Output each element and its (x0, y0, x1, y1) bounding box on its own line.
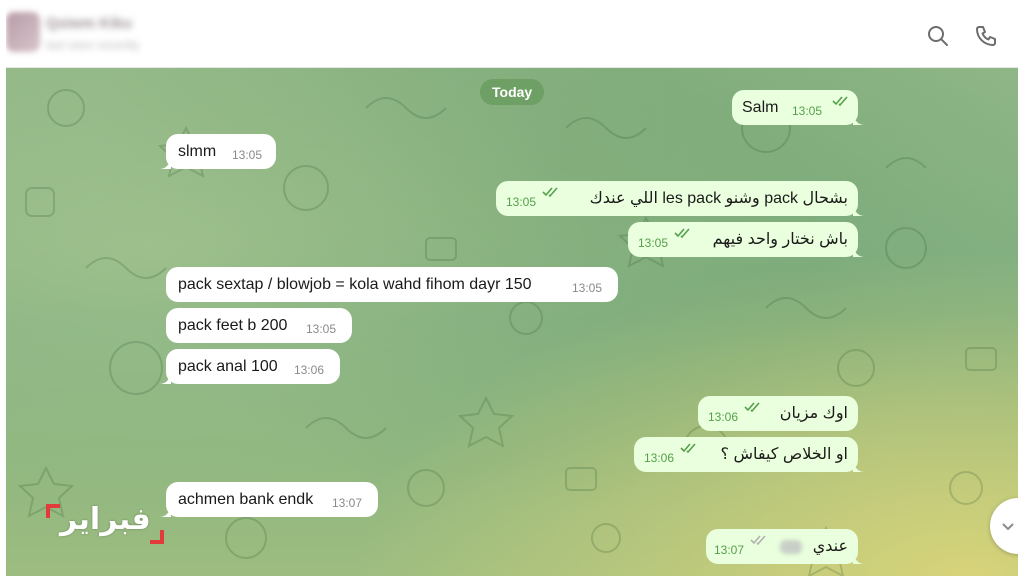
message-time: 13:06 (294, 363, 325, 377)
message-time: 13:07 (714, 543, 745, 557)
message-bubble-outgoing[interactable]: Salm 13:05 (732, 90, 865, 125)
message-text: pack feet b 200 (178, 317, 288, 334)
message-time: 13:05 (638, 236, 669, 250)
date-separator: Today (480, 79, 545, 105)
message-text: pack anal 100 (178, 358, 278, 375)
phone-icon[interactable] (974, 24, 998, 48)
redacted-text (780, 540, 802, 554)
message-time: 13:06 (644, 451, 675, 465)
message-bubble-incoming[interactable]: slmm 13:05 (159, 134, 276, 169)
bubble-tail (853, 460, 865, 472)
message-text: slmm (178, 143, 217, 160)
double-check-icon (832, 96, 848, 107)
message-bubble-incoming[interactable]: pack anal 100 13:06 (159, 349, 340, 384)
message-bubble-outgoing[interactable]: 13:05 باش نختار واحد فيهم (628, 222, 865, 257)
double-check-icon (674, 228, 690, 239)
double-check-icon (680, 443, 696, 454)
message-time: 13:05 (572, 281, 603, 295)
contact-name[interactable]: Qsiwm Kiku (46, 15, 132, 32)
chevron-down-icon (1002, 523, 1014, 531)
message-text: pack sextap / blowjob = kola wahd fihom … (178, 276, 532, 293)
message-time: 13:05 (506, 195, 537, 209)
message-text: اوك مزيان (779, 405, 848, 422)
double-check-icon (750, 535, 766, 546)
message-time: 13:06 (708, 410, 739, 424)
contact-avatar[interactable] (6, 12, 40, 52)
logo-text: فبراير (60, 503, 151, 536)
message-text: عندي (812, 538, 848, 555)
message-text: او الخلاص كيفاش ؟ (720, 446, 848, 463)
logo-bracket (150, 530, 164, 544)
message-time: 13:05 (232, 148, 263, 162)
contact-status: last seen recently (46, 38, 140, 52)
telegram-chat-window: Qsiwm Kiku last seen recently Today Salm… (6, 0, 1018, 576)
message-bubble-incoming[interactable]: pack feet b 200 13:05 (166, 308, 352, 343)
message-text: بشحال pack وشنو les pack اللي عندك (589, 190, 848, 207)
message-bubble-incoming[interactable]: pack sextap / blowjob = kola wahd fihom … (166, 267, 618, 302)
bubble-tail (853, 204, 865, 216)
double-check-icon (542, 187, 558, 198)
message-bubble-outgoing[interactable]: 13:06 اوك مزيان (698, 396, 858, 431)
message-list[interactable]: Today Salm 13:05 slmm 13:05 13:05 بشحال … (6, 68, 1018, 576)
message-time: 13:05 (792, 104, 823, 118)
search-icon[interactable] (926, 24, 950, 48)
message-bubble-outgoing[interactable]: 13:05 بشحال pack وشنو les pack اللي عندك (496, 181, 865, 216)
bubble-tail (853, 113, 865, 125)
bubble-tail (159, 372, 171, 384)
bubble-tail (853, 245, 865, 257)
bubble-tail (159, 157, 171, 169)
message-bubble-outgoing[interactable]: 13:07 عندي (706, 529, 865, 564)
message-time: 13:07 (332, 496, 363, 510)
message-bubble-outgoing[interactable]: 13:06 او الخلاص كيفاش ؟ (634, 437, 865, 472)
message-text: achmen bank endk (178, 491, 314, 508)
watermark-logo: فبراير (46, 500, 164, 546)
chat-header: Qsiwm Kiku last seen recently (6, 0, 1018, 68)
double-check-icon (744, 402, 760, 413)
message-bubble-incoming[interactable]: achmen bank endk 13:07 (159, 482, 378, 517)
message-time: 13:05 (306, 322, 337, 336)
message-text: باش نختار واحد فيهم (712, 231, 848, 248)
logo-bracket (46, 504, 60, 518)
bubble-tail (853, 552, 865, 564)
message-text: Salm (742, 99, 779, 116)
